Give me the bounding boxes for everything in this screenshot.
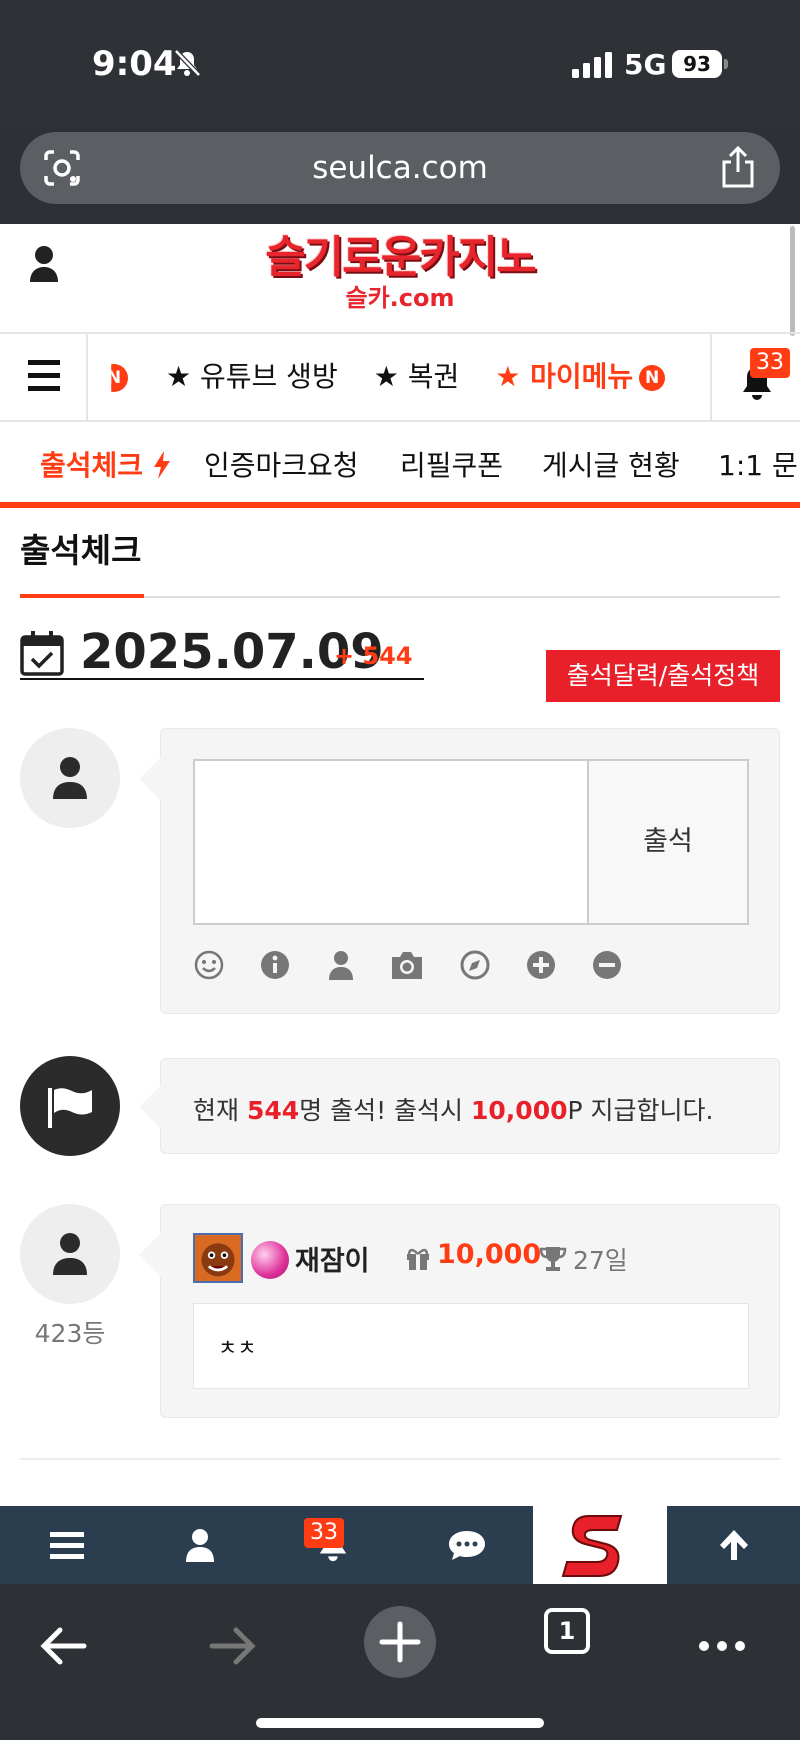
entry-points: 10,000: [437, 1239, 542, 1270]
cellular-signal-icon: [572, 52, 612, 78]
attendance-delta: + 544: [334, 642, 413, 670]
flag-icon: [48, 1088, 92, 1128]
silent-mode-icon: [174, 49, 201, 77]
nav-profile-button[interactable]: [133, 1506, 266, 1584]
attendee-count: 544: [246, 1096, 300, 1125]
arrow-up-icon: [719, 1530, 748, 1560]
site-s-logo[interactable]: [533, 1506, 667, 1584]
reward-points: 10,000: [471, 1096, 568, 1125]
camera-icon[interactable]: [389, 949, 425, 981]
tab-post-status[interactable]: 게시글 현황: [542, 444, 680, 484]
trophy-icon: [539, 1247, 567, 1271]
plus-icon: [379, 1621, 421, 1663]
attendance-notice: 현재 544명 출석! 출석시 10,000P 지급합니다.: [139, 1058, 780, 1154]
divider: [20, 1458, 780, 1460]
comment-input[interactable]: 출석: [193, 759, 749, 925]
more-options-icon[interactable]: [686, 1610, 758, 1682]
site-bottom-nav: 33: [0, 1506, 800, 1584]
nav-notifications-button[interactable]: 33: [266, 1506, 399, 1584]
comment-content: ㅊㅊ: [193, 1303, 749, 1389]
nav-menu-button[interactable]: [0, 1506, 133, 1584]
page-title: 출석체크: [20, 531, 142, 570]
browser-toolbar: 1: [0, 1584, 800, 1740]
calendar-check-icon: [20, 631, 64, 676]
notice-text: 현재 544명 출석! 출석시 10,000P 지급합니다.: [193, 1096, 714, 1125]
web-page: 슬기로운카지노 슬카.com N ★ 유튜브 생방 ★ 복권 ★ 마이메뉴 N 33 …: [0, 224, 800, 1506]
badge-icon: [251, 1241, 289, 1279]
back-arrow-icon[interactable]: [28, 1610, 100, 1682]
new-badge: N: [639, 365, 666, 391]
title-underline: [20, 594, 144, 598]
notification-count-badge: 33: [304, 1518, 344, 1548]
tab-certification-request[interactable]: 인증마크요청: [204, 444, 359, 484]
logo-title: 슬기로운카지노: [265, 232, 536, 283]
nav-chat-button[interactable]: [400, 1506, 533, 1584]
user-icon[interactable]: [28, 244, 60, 284]
menu-item-lottery[interactable]: ★ 복권: [374, 334, 460, 420]
tab-refill-coupon[interactable]: 리필쿠폰: [400, 444, 503, 484]
user-icon: [53, 757, 87, 799]
lightning-icon: [153, 451, 170, 479]
logo-domain: 슬카.com: [345, 284, 455, 312]
new-badge: N: [111, 364, 128, 392]
compass-icon[interactable]: [459, 949, 491, 981]
avatar: [20, 1204, 120, 1304]
site-header: 슬기로운카지노 슬카.com: [0, 224, 800, 332]
network-type: 5G: [624, 48, 667, 81]
minus-circle-icon[interactable]: [591, 949, 623, 981]
attendance-entry: 재잠이 10,000 27일 ㅊㅊ: [139, 1204, 780, 1418]
menu-item-youtube-live[interactable]: ★ 유튜브 생방: [166, 334, 338, 420]
attendance-rank: 423등: [34, 1319, 106, 1348]
menu-icon: [49, 1532, 84, 1559]
menu-icon[interactable]: [0, 334, 88, 420]
chat-icon: [448, 1531, 485, 1560]
flag-avatar: [20, 1056, 120, 1156]
user-icon: [185, 1529, 214, 1562]
user-icon[interactable]: [325, 949, 357, 981]
user-icon: [53, 1233, 87, 1275]
nickname[interactable]: 재잠이: [295, 1239, 370, 1278]
notification-count-badge: 33: [750, 348, 790, 378]
plus-circle-icon[interactable]: [525, 949, 557, 981]
status-bar: 9:04 5G 93: [0, 0, 800, 128]
home-indicator[interactable]: [256, 1718, 544, 1728]
tab-attendance[interactable]: 출석체크: [40, 444, 171, 484]
s-logo-icon: [561, 1515, 623, 1577]
date-header: 2025.07.09 + 544: [20, 624, 424, 680]
menu-item-my-menu[interactable]: ★ 마이메뉴 N: [495, 334, 666, 420]
streak-days: 27일: [573, 1246, 628, 1275]
level-image: [193, 1233, 243, 1283]
address-bar[interactable]: seulca.com: [20, 132, 780, 204]
status-time: 9:04: [92, 44, 177, 84]
attendance-policy-button[interactable]: 출석달력/출석정책: [546, 650, 780, 702]
attend-button[interactable]: 출석: [587, 761, 747, 923]
nav-scroll-top-button[interactable]: [667, 1506, 800, 1584]
url-text[interactable]: seulca.com: [20, 150, 780, 186]
forward-arrow-icon[interactable]: [196, 1610, 268, 1682]
site-logo[interactable]: 슬기로운카지노 슬카.com: [254, 232, 546, 324]
battery-level: 93: [672, 50, 722, 78]
sub-tabs: 출석체크 인증마크요청 리필쿠폰 게시글 현황 1:1 문: [0, 422, 800, 508]
battery-icon: 93: [672, 50, 728, 78]
notifications-button[interactable]: 33: [710, 334, 800, 420]
gift-icon: [407, 1248, 429, 1270]
emoji-icon[interactable]: [193, 949, 225, 981]
attendance-composer: 출석: [139, 728, 780, 1014]
avatar: [20, 728, 120, 828]
tab-one-on-one[interactable]: 1:1 문: [718, 444, 798, 484]
share-icon[interactable]: [720, 146, 756, 188]
new-tab-button[interactable]: [364, 1606, 436, 1678]
tabs-button[interactable]: 1: [544, 1608, 590, 1654]
main-menu: N ★ 유튜브 생방 ★ 복권 ★ 마이메뉴 N 33: [0, 332, 800, 422]
info-icon[interactable]: [259, 949, 291, 981]
comment-text: ㅊㅊ: [218, 1336, 257, 1360]
